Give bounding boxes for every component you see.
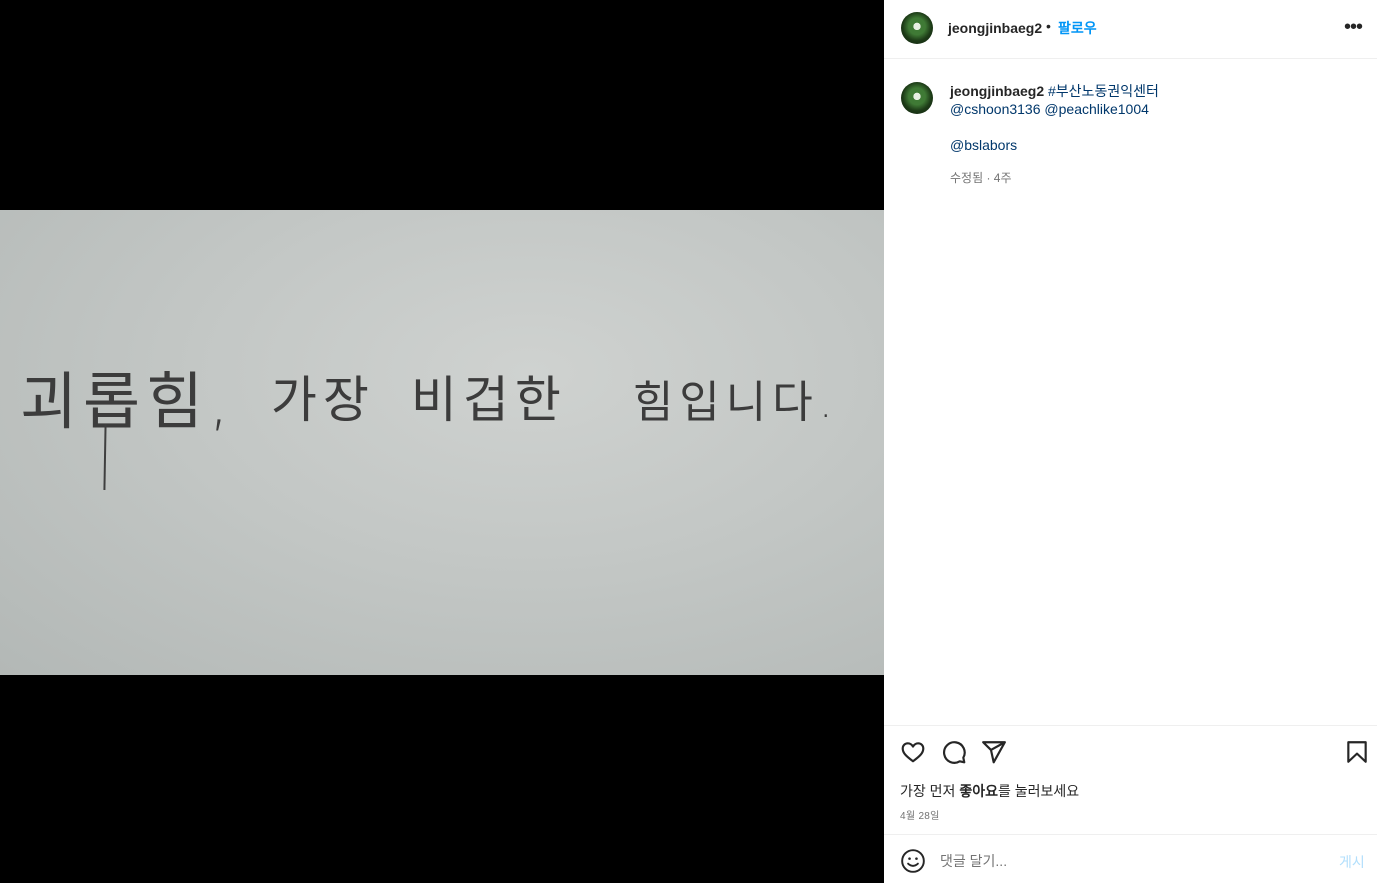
mention-link[interactable]: @cshoon3136: [950, 101, 1041, 117]
caption-username[interactable]: jeongjinbaeg2: [950, 83, 1044, 99]
comment-composer: 게시: [884, 834, 1377, 884]
post-media[interactable]: 괴롭힘, 가장 비겁한 힘입니다.: [0, 0, 884, 883]
likes-bold[interactable]: 좋아요: [959, 783, 998, 799]
comment-icon[interactable]: [941, 739, 967, 765]
post-actions: 가장 먼저 좋아요를 눌러보세요 4월 28일: [884, 725, 1377, 834]
photo-handwritten-text: 괴롭힘, 가장 비겁한 힘입니다.: [20, 345, 839, 438]
post-comment-button[interactable]: 게시: [1339, 852, 1365, 872]
post-caption: jeongjinbaeg2 #부산노동권익센터 @cshoon3136 @pea…: [950, 82, 1360, 154]
smiley-icon[interactable]: [900, 848, 926, 874]
share-icon[interactable]: [981, 739, 1007, 765]
likes-prefix: 가장 먼저: [900, 783, 960, 799]
mention-link[interactable]: @bslabors: [950, 137, 1017, 153]
heart-icon[interactable]: [900, 739, 926, 765]
bookmark-icon[interactable]: [1344, 739, 1370, 765]
mention-link[interactable]: @peachlike1004: [1044, 101, 1149, 117]
likes-suffix: 를 눌러보세요: [997, 783, 1080, 799]
caption-gap: [950, 118, 1360, 136]
caption-avatar[interactable]: [901, 82, 933, 114]
photo-word: 힘입니다.: [632, 377, 839, 428]
comment-input[interactable]: [938, 847, 1322, 875]
photo-word: 괴롭힘,: [20, 365, 235, 438]
post-header: jeongjinbaeg2 • 팔로우 •••: [884, 0, 1377, 59]
post-dialog: 괴롭힘, 가장 비겁한 힘입니다. jeongjinbaeg2 • 팔로우 ••• j…: [0, 0, 1377, 883]
photo-word: 비겁한: [410, 371, 567, 429]
post-date[interactable]: 4월 28일: [900, 807, 940, 822]
photo-word: 가장: [270, 371, 375, 429]
hashtag-link[interactable]: #부산노동권익센터: [1048, 83, 1159, 99]
avatar[interactable]: [901, 12, 933, 44]
caption-meta[interactable]: 수정됨 · 4주: [950, 169, 1012, 186]
post-photo[interactable]: [0, 210, 884, 675]
post-side-panel: jeongjinbaeg2 • 팔로우 ••• jeongjinbaeg2 #부…: [884, 0, 1377, 883]
likes-prompt: 가장 먼저 좋아요를 눌러보세요: [900, 781, 1079, 801]
author-username[interactable]: jeongjinbaeg2: [948, 20, 1042, 36]
separator-dot: •: [1046, 18, 1051, 34]
follow-button[interactable]: 팔로우: [1058, 18, 1097, 38]
more-options-icon[interactable]: •••: [1344, 16, 1363, 39]
